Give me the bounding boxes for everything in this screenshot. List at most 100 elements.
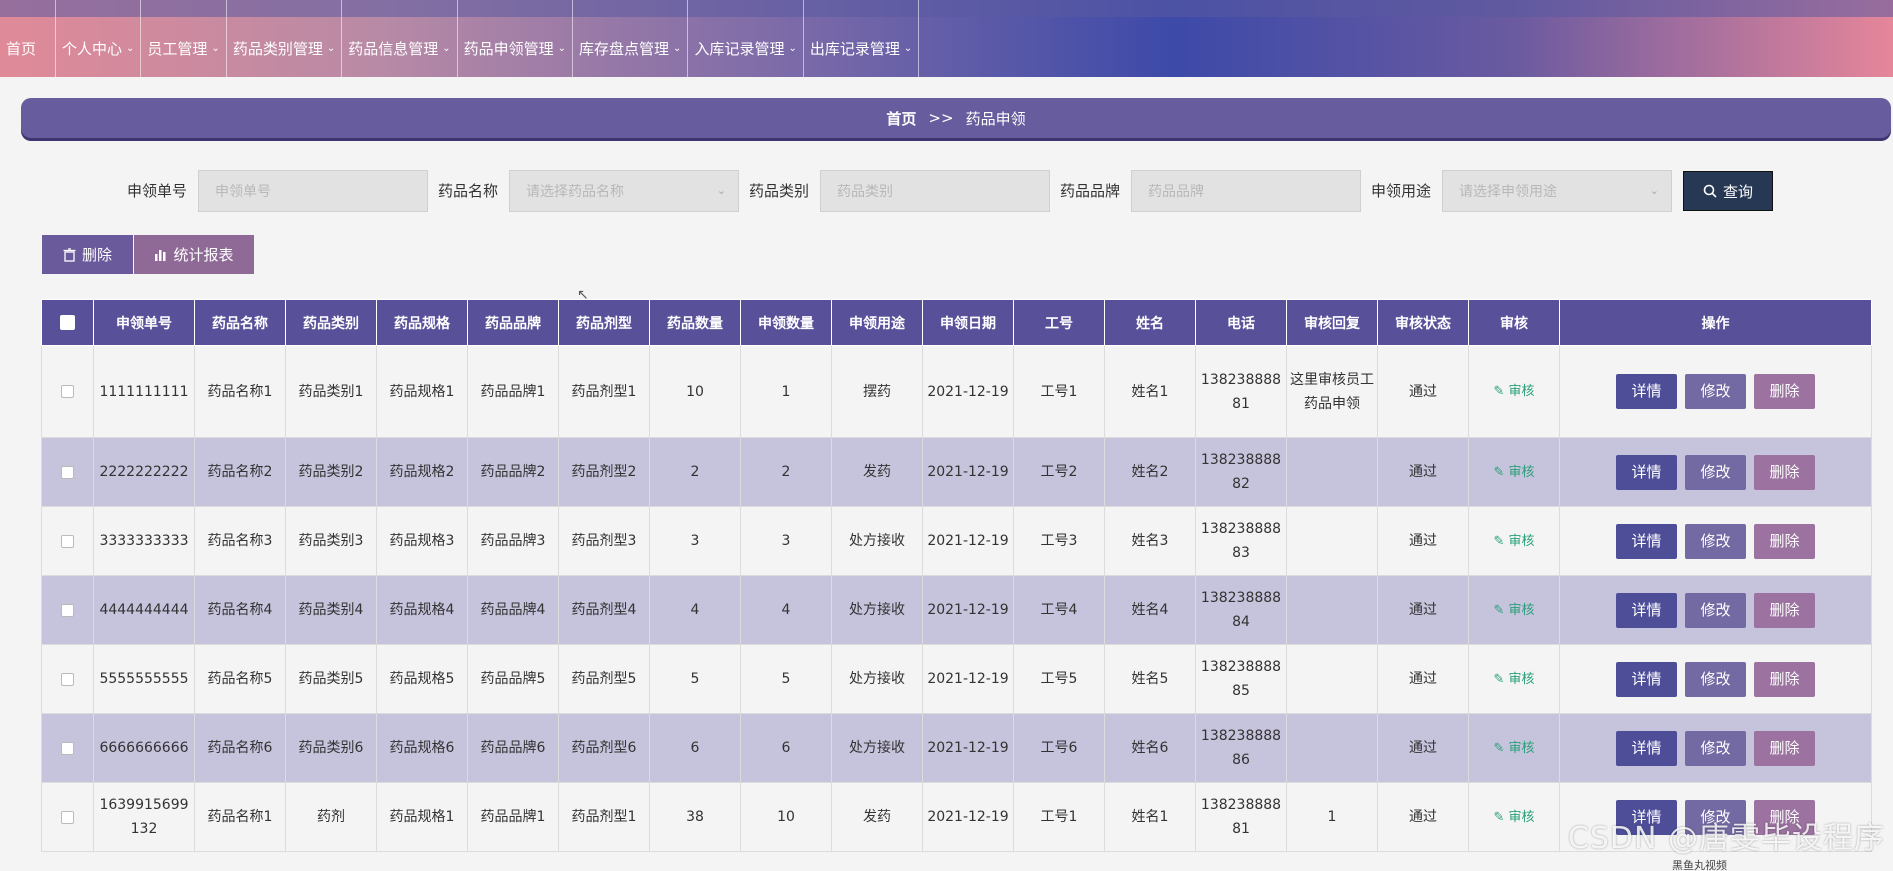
audit-link[interactable]: ✎ 审核	[1493, 672, 1534, 687]
nav-item[interactable]: 出库记录管理 ⌄	[804, 0, 920, 77]
edit-button[interactable]: 修改	[1685, 374, 1746, 409]
row-checkbox[interactable]	[61, 385, 74, 398]
cell-apply-qty: 6	[740, 713, 832, 783]
column-header: 审核状态	[1377, 299, 1469, 346]
delete-button[interactable]: 删除	[1754, 374, 1815, 409]
cell-category: 药品类别4	[285, 575, 377, 645]
drug-name-select[interactable]: 请选择药品名称 ⌄	[509, 170, 739, 212]
cell-form: 药品剂型2	[558, 437, 650, 507]
delete-button[interactable]: 删除	[1754, 454, 1815, 490]
cell-emp-no: 工号2	[1013, 437, 1105, 507]
cell-date: 2021-12-19	[922, 713, 1014, 783]
nav-item[interactable]: 药品申领管理 ⌄	[458, 0, 574, 77]
audit-link[interactable]: ✎ 审核	[1493, 465, 1534, 480]
column-header: 审核回复	[1286, 299, 1378, 346]
drug-category-input[interactable]: 药品类别	[820, 170, 1050, 212]
cell-category: 药品类别3	[285, 506, 377, 576]
delete-button[interactable]: 删除	[1754, 592, 1815, 628]
nav-item[interactable]: 个人中心 ⌄	[56, 0, 142, 77]
nav-item[interactable]: 首页	[0, 0, 56, 77]
cell-reply: 这里审核员工药品申领	[1286, 345, 1378, 438]
purpose-placeholder: 请选择申领用途	[1459, 184, 1557, 200]
query-button[interactable]: 查询	[1683, 171, 1773, 211]
edit-button[interactable]: 修改	[1685, 661, 1746, 697]
audit-link[interactable]: ✎ 审核	[1493, 534, 1534, 549]
cell-brand: 药品品牌1	[467, 782, 559, 852]
purpose-select[interactable]: 请选择申领用途 ⌄	[1442, 170, 1672, 212]
nav-item[interactable]: 库存盘点管理 ⌄	[573, 0, 689, 77]
table-row: 1111111111 药品名称1 药品类别1 药品规格1 药品品牌1 药品剂型1 10 1 摆药…	[41, 345, 1872, 438]
audit-link-label: 审核	[1508, 809, 1535, 825]
column-header: 药品品牌	[467, 299, 559, 346]
apply-no-input[interactable]: 申领单号	[198, 170, 428, 212]
edit-button[interactable]: 修改	[1685, 730, 1746, 766]
batch-delete-button[interactable]: 删除	[42, 235, 133, 274]
cell-reply	[1286, 575, 1378, 645]
row-checkbox[interactable]	[61, 534, 74, 548]
detail-button[interactable]: 详情	[1616, 523, 1677, 559]
edit-button[interactable]: 修改	[1685, 592, 1746, 628]
nav-item-label: 个人中心	[62, 40, 123, 58]
nav-item-label: 员工管理	[147, 40, 208, 58]
column-header: 姓名	[1104, 299, 1196, 346]
cell-reply	[1286, 506, 1378, 576]
row-checkbox[interactable]	[61, 603, 74, 617]
nav-item[interactable]: 药品信息管理 ⌄	[342, 0, 458, 77]
cell-emp-name: 姓名5	[1104, 644, 1196, 714]
audit-link[interactable]: ✎ 审核	[1493, 741, 1534, 756]
audit-link[interactable]: ✎ 审核	[1493, 603, 1534, 618]
edit-button[interactable]: 修改	[1685, 523, 1746, 559]
cell-spec: 药品规格4	[376, 575, 468, 645]
cell-phone: 13823888881	[1195, 782, 1287, 852]
cell-purpose: 处方接收	[831, 713, 923, 783]
row-checkbox[interactable]	[61, 810, 74, 824]
detail-button[interactable]: 详情	[1616, 661, 1677, 697]
audit-link-label: 审核	[1508, 384, 1535, 399]
search-icon	[1703, 184, 1717, 198]
cell-status: 通过	[1377, 345, 1469, 438]
cell-id: 5555555555	[93, 644, 195, 714]
report-button[interactable]: 统计报表	[134, 235, 254, 274]
breadcrumb-home[interactable]: 首页	[886, 108, 916, 129]
report-button-label: 统计报表	[173, 246, 234, 264]
detail-button[interactable]: 详情	[1616, 454, 1677, 490]
cell-brand: 药品品牌4	[467, 575, 559, 645]
row-checkbox[interactable]	[61, 672, 74, 686]
delete-button[interactable]: 删除	[1754, 661, 1815, 697]
breadcrumb-separator: >>	[928, 109, 954, 127]
delete-button[interactable]: 删除	[1754, 523, 1815, 559]
cell-purpose: 发药	[831, 782, 923, 852]
cell-purpose: 发药	[831, 437, 923, 507]
column-header: 电话	[1195, 299, 1287, 346]
select-all-checkbox[interactable]	[60, 315, 75, 330]
delete-button[interactable]: 删除	[1754, 730, 1815, 766]
row-checkbox[interactable]	[61, 741, 74, 755]
detail-button[interactable]: 详情	[1616, 374, 1677, 409]
nav-item[interactable]: 药品类别管理 ⌄	[227, 0, 343, 77]
edit-button[interactable]: 修改	[1685, 454, 1746, 490]
audit-link-label: 审核	[1508, 602, 1535, 618]
cell-spec: 药品规格1	[376, 782, 468, 852]
search-label-category: 药品类别	[749, 182, 810, 200]
nav-item[interactable]: 员工管理 ⌄	[141, 0, 227, 77]
cell-form: 药品剂型1	[558, 345, 650, 438]
audit-link[interactable]: ✎ 审核	[1493, 810, 1534, 825]
row-checkbox[interactable]	[61, 465, 74, 479]
audit-link[interactable]: ✎ 审核	[1493, 384, 1534, 399]
cell-apply-qty: 1	[740, 345, 832, 438]
pencil-icon: ✎	[1493, 809, 1509, 825]
nav-item-label: 库存盘点管理	[579, 40, 670, 58]
apply-table: 申领单号 药品名称 药品类别 药品规格 药品品牌 药品剂型 药品数量 申领数量 申领用途 申领日期…	[41, 299, 1872, 852]
nav-item[interactable]: 入库记录管理 ⌄	[688, 0, 804, 77]
table-body: 1111111111 药品名称1 药品类别1 药品规格1 药品品牌1 药品剂型1 10 1 摆药…	[41, 345, 1872, 852]
cell-emp-no: 工号1	[1013, 345, 1105, 438]
drug-brand-input[interactable]: 药品品牌	[1131, 170, 1361, 212]
pencil-icon: ✎	[1493, 533, 1509, 549]
cell-emp-no: 工号6	[1013, 713, 1105, 783]
cell-audit: ✎ 审核	[1468, 506, 1560, 576]
detail-button[interactable]: 详情	[1616, 730, 1677, 766]
detail-button[interactable]: 详情	[1616, 592, 1677, 628]
cell-status: 通过	[1377, 644, 1469, 714]
cell-date: 2021-12-19	[922, 437, 1014, 507]
row-select-cell	[41, 644, 94, 714]
